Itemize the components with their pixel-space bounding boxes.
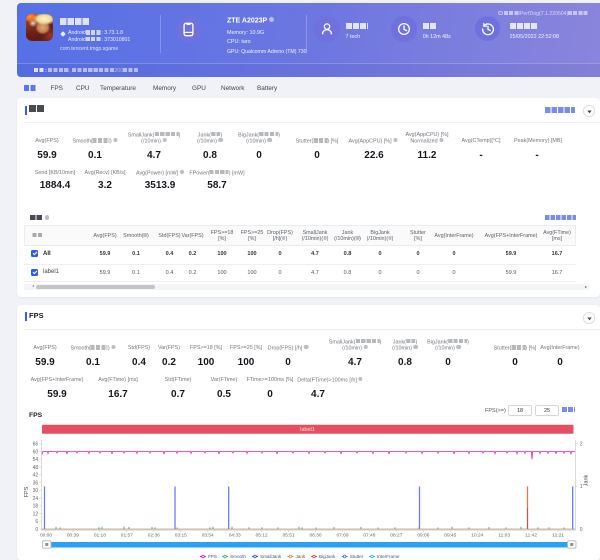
svg-text:0: 0	[580, 527, 583, 533]
svg-text:SmallJank: SmallJank	[260, 554, 282, 559]
svg-text:2: 2	[580, 442, 583, 448]
svg-text:07:48: 07:48	[363, 533, 375, 539]
svg-text:24: 24	[33, 496, 39, 502]
svg-text:66: 66	[33, 442, 39, 448]
svg-text:00:39: 00:39	[67, 533, 79, 539]
svg-text:11:03: 11:03	[498, 533, 510, 539]
svg-text:48: 48	[33, 465, 39, 471]
svg-text:BigJank: BigJank	[319, 554, 336, 559]
svg-text:Smooth: Smooth	[230, 554, 246, 559]
svg-text:FPS: FPS	[24, 486, 30, 497]
svg-text:label1: label1	[300, 427, 315, 433]
svg-text:06:30: 06:30	[309, 533, 321, 539]
svg-text:02:36: 02:36	[148, 533, 160, 539]
svg-text:42: 42	[33, 473, 39, 479]
svg-text:Jank: Jank	[584, 474, 590, 486]
svg-text:05:51: 05:51	[283, 533, 295, 539]
svg-text:08:27: 08:27	[390, 533, 402, 539]
svg-text:12: 12	[33, 511, 39, 517]
svg-text:09:06: 09:06	[417, 533, 429, 539]
svg-text:30: 30	[33, 488, 39, 494]
svg-text:1: 1	[580, 484, 583, 490]
svg-text:FPS: FPS	[208, 554, 217, 559]
svg-text:01:18: 01:18	[94, 533, 106, 539]
svg-text:18: 18	[33, 504, 39, 510]
svg-text:03:54: 03:54	[202, 533, 214, 539]
svg-text:09:45: 09:45	[444, 533, 456, 539]
svg-text:00:00: 00:00	[40, 533, 52, 539]
svg-text:04:33: 04:33	[229, 533, 241, 539]
svg-text:Jank: Jank	[296, 554, 306, 559]
svg-text:54: 54	[33, 457, 39, 463]
svg-text:InterFrame: InterFrame	[377, 554, 400, 559]
svg-text:0: 0	[35, 527, 38, 533]
svg-text:11:42: 11:42	[525, 533, 537, 539]
svg-text:6: 6	[35, 519, 38, 525]
svg-text:60: 60	[33, 449, 39, 455]
svg-text:36: 36	[33, 480, 39, 486]
svg-text:07:09: 07:09	[336, 533, 348, 539]
svg-text:03:15: 03:15	[175, 533, 187, 539]
svg-text:01:57: 01:57	[121, 533, 133, 539]
svg-text:12:21: 12:21	[552, 533, 564, 539]
svg-text:05:12: 05:12	[256, 533, 268, 539]
svg-text:10:24: 10:24	[471, 533, 483, 539]
svg-text:Stutter: Stutter	[350, 554, 364, 559]
